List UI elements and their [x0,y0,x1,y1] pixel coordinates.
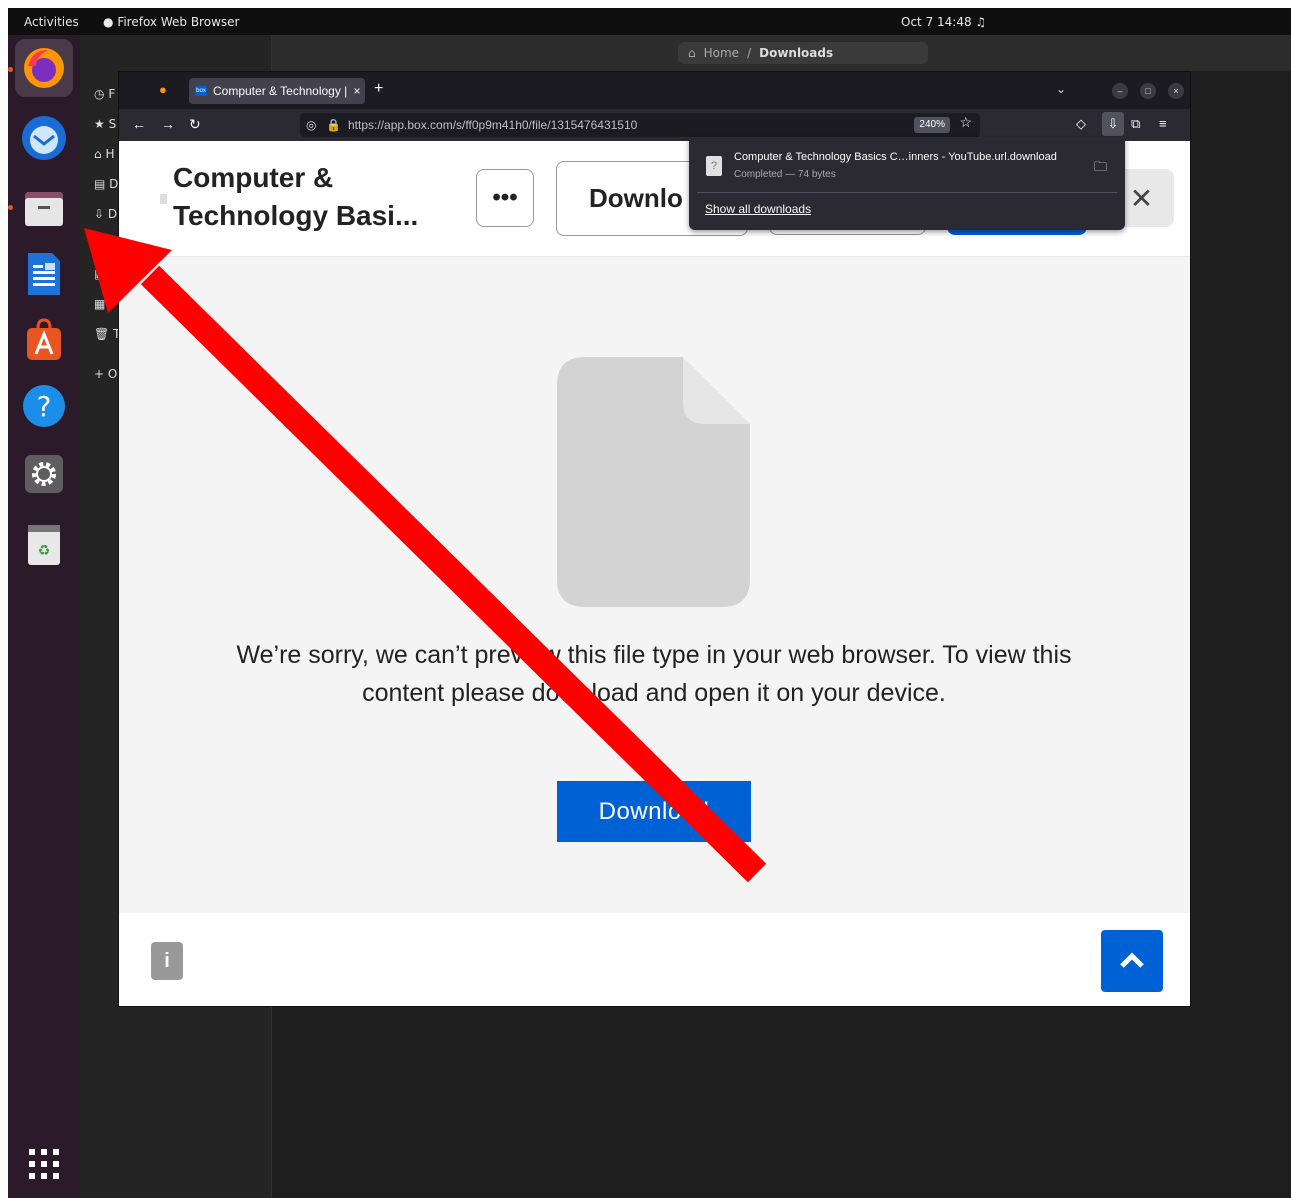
document-icon: ▤ [94,177,106,191]
dock-files[interactable] [15,179,73,237]
bookmark-star-icon[interactable]: ☆ [959,114,972,131]
download-status: Completed — 74 bytes [734,169,836,180]
close-icon: ✕ [1129,182,1154,214]
divider [697,192,1117,193]
box-preview-page: Computer & Technology Basi... ••• Downlo… [119,141,1190,1006]
download-arrow-icon: ⇩ [1107,116,1119,131]
tab-label: Computer & Technology | [213,84,348,98]
downloads-panel: ? Computer & Technology Basics C…inners … [689,137,1125,230]
sidebar-item-documents[interactable]: ▤ D [94,177,118,191]
menu-hamburger-icon[interactable]: ≡ [1159,116,1167,131]
close-window-button[interactable]: × [1168,83,1184,99]
show-apps-button[interactable] [15,1135,73,1193]
dock-writer[interactable] [15,245,73,303]
breadcrumb-downloads[interactable]: Downloads [759,46,833,60]
firefox-small-icon: ● [103,15,114,29]
help-icon: ? [23,385,65,427]
firefox-icon [24,48,64,88]
app-menu[interactable]: ● Firefox Web Browser [103,15,239,29]
sidebar-item-trash[interactable]: 🗑 T [94,327,120,341]
open-folder-icon[interactable]: 🗀 [1094,158,1107,180]
app-grid-icon [29,1149,59,1179]
running-indicator [8,205,13,210]
svg-text:?: ? [37,390,52,423]
dock-firefox[interactable] [15,39,73,97]
sidebar-item-home[interactable]: ⌂ H [94,147,114,161]
plus-icon: + [94,367,105,381]
clock-icon: ◷ [94,87,105,101]
svg-text:♻: ♻ [38,543,51,559]
app-name: Firefox Web Browser [117,15,240,29]
shield-icon: ◎ [306,118,317,132]
file-title: Computer & Technology Basi... [173,162,419,231]
firefox-view-icon[interactable]: ● [159,82,167,97]
dock: ? ♻ [8,35,80,1198]
dock-help[interactable]: ? [15,377,73,435]
trash-icon: ♻ [28,525,60,565]
file-info-icon[interactable]: i [151,942,183,980]
dock-trash[interactable]: ♻ [15,515,73,573]
back-button[interactable]: ← [132,116,146,132]
top-bar: Activities ● Firefox Web Browser Oct 7 1… [8,8,1291,35]
film-icon: ▦ [94,297,106,311]
download-file-name[interactable]: Computer & Technology Basics C…inners - … [734,151,1057,163]
tab-close-icon[interactable]: × [349,84,365,98]
sidebar-item-pictures[interactable]: ▣ [94,267,105,281]
minimize-button[interactable]: – [1112,83,1128,99]
breadcrumb-home[interactable]: Home [704,46,739,60]
home-icon: ⌂ [688,46,696,60]
new-tab-button[interactable]: + [374,80,383,98]
writer-icon [28,253,60,295]
activities-button[interactable]: Activities [24,15,79,29]
notification-bell-icon: ♫ [975,15,987,29]
download-icon: ⇩ [94,207,105,221]
sidebar-item-videos[interactable]: ▦ [94,297,105,311]
show-all-downloads-link[interactable]: Show all downloads [705,202,811,216]
tab-bar: ● box Computer & Technology | × + ⌄ – □ … [119,72,1190,109]
home-icon: ⌂ [94,147,102,161]
unsupported-preview-message: We’re sorry, we can’t preview this file … [236,641,1072,707]
lock-icon: 🔒 [326,118,341,132]
url-bar[interactable]: ◎ 🔒 https://app.box.com/s/ff0p9m41h0/fil… [300,113,980,137]
forward-button[interactable]: → [161,116,175,132]
files-icon [25,192,63,226]
preview-footer: i [119,913,1190,1006]
clock[interactable]: Oct 7 14:48 ♫ [901,15,986,29]
more-options-button[interactable]: ••• [476,169,534,227]
maximize-button[interactable]: □ [1140,83,1156,99]
sidebar-item-starred[interactable]: ★ S [94,117,116,131]
generic-file-icon [557,357,750,607]
extensions-icon[interactable]: ⧉ [1131,116,1140,132]
file-icon [160,194,167,204]
trash-icon: 🗑 [94,327,110,341]
downloads-toolbar-button[interactable]: ⇩ [1102,112,1124,136]
app-store-icon [27,318,61,360]
settings-gear-icon [25,455,63,493]
tab-box-file[interactable]: box Computer & Technology | × [189,78,365,104]
picture-icon: ▣ [94,267,106,281]
desktop: Activities ● Firefox Web Browser Oct 7 1… [0,0,1291,1198]
unknown-file-icon: ? [706,156,722,176]
sidebar-item-recent[interactable]: ◷ F [94,87,115,101]
reload-button[interactable]: ↻ [189,116,201,133]
url-text: https://app.box.com/s/ff0p9m41h0/file/13… [348,118,638,132]
scroll-to-top-button[interactable] [1101,930,1163,992]
pocket-icon[interactable]: ◇ [1076,116,1086,132]
breadcrumb-separator: / [747,46,752,60]
thunderbird-icon [22,116,66,160]
running-indicator [8,67,13,72]
star-icon: ★ [94,117,105,131]
download-button[interactable]: Download [557,781,751,842]
breadcrumb[interactable]: ⌂ Home / Downloads [678,42,928,64]
list-all-tabs-icon[interactable]: ⌄ [1056,82,1066,96]
dock-app-center[interactable] [15,311,73,369]
chevron-up-icon [1120,952,1144,968]
dock-settings[interactable] [15,445,73,503]
box-favicon-icon: box [195,86,207,96]
sidebar-item-downloads[interactable]: ⇩ D [94,207,117,221]
zoom-level[interactable]: 240% [914,117,950,133]
sidebar-item-other-locations[interactable]: + O [94,367,117,381]
dock-thunderbird[interactable] [15,109,73,167]
